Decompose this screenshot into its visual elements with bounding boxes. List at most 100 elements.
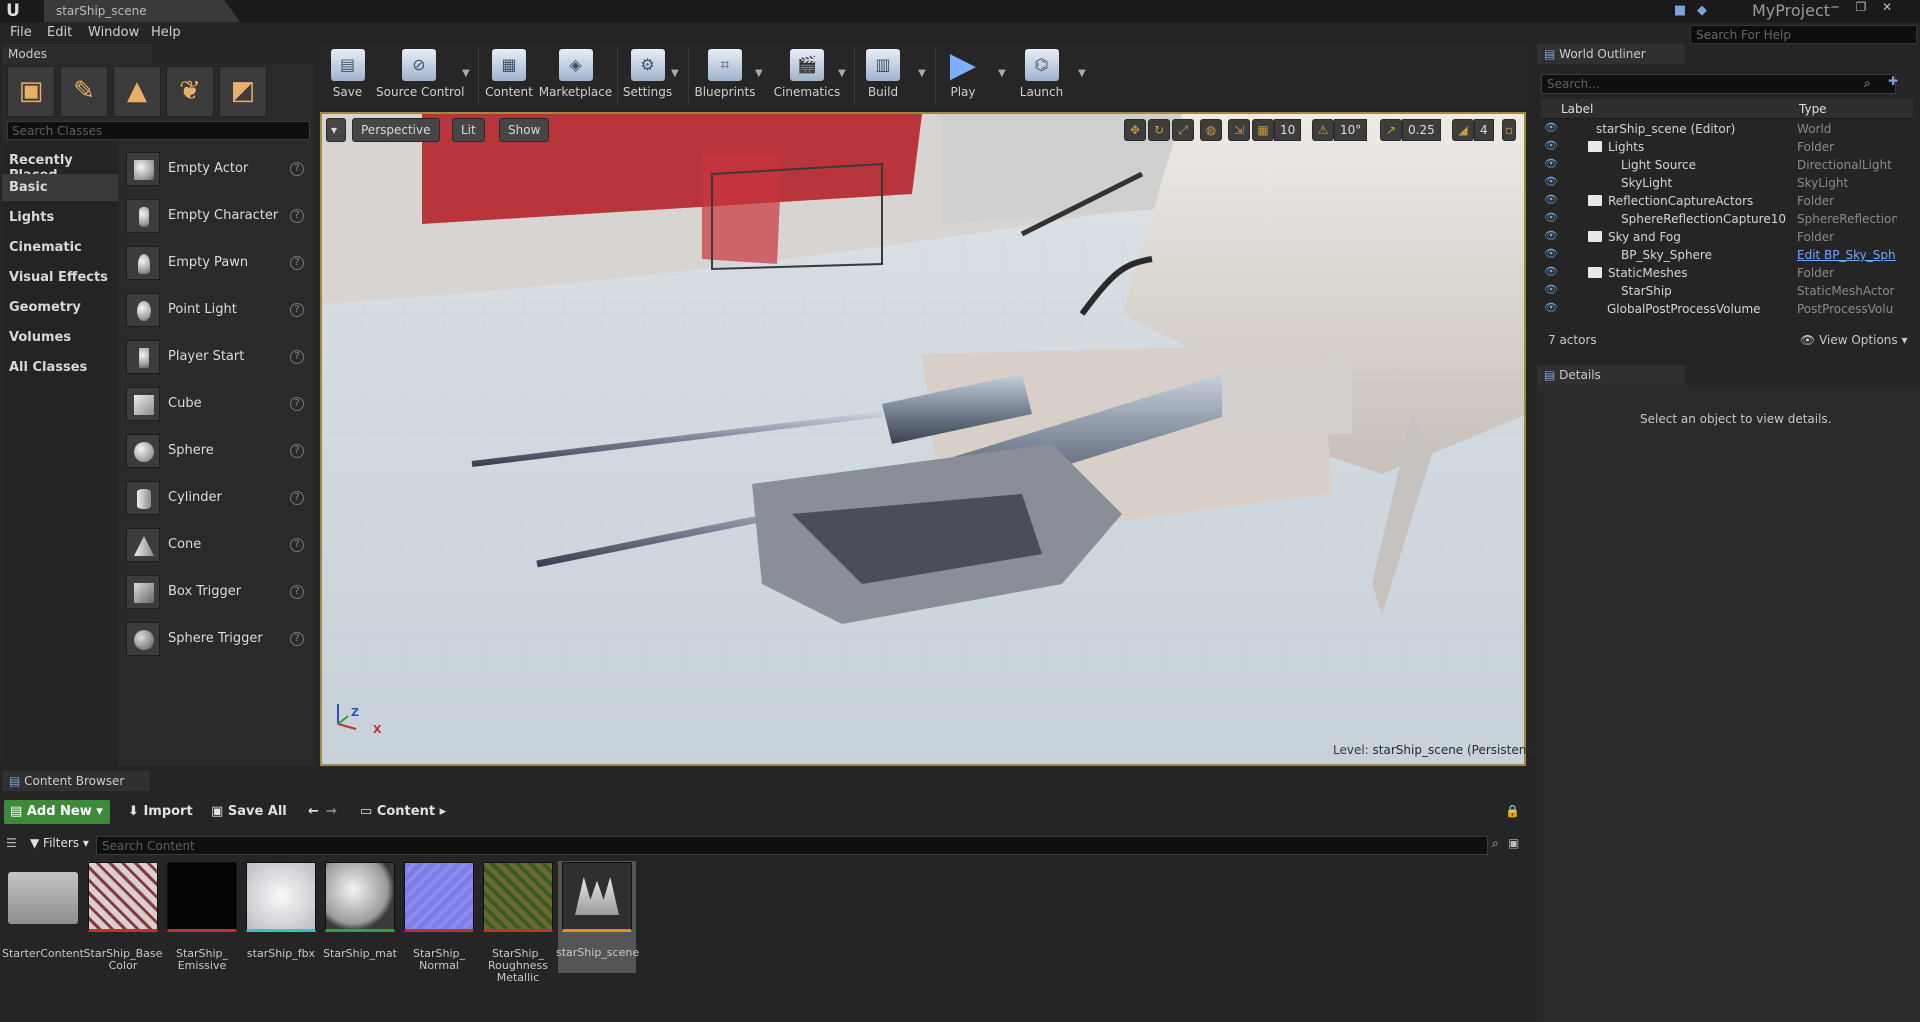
chevron-down-icon[interactable]: ▼ (838, 68, 846, 79)
perspective-button[interactable]: Perspective (352, 118, 440, 142)
help-icon[interactable]: ? (290, 444, 304, 458)
outliner-row[interactable]: 👁 Lights Folder (1541, 138, 1896, 156)
chevron-down-icon[interactable]: ▼ (1078, 68, 1086, 79)
category-lights[interactable]: Lights (2, 204, 118, 231)
visibility-icon[interactable]: 👁 (1544, 193, 1558, 206)
column-label[interactable]: Label (1561, 102, 1593, 116)
camera-speed-value[interactable]: 4 (1474, 119, 1494, 141)
chat-icon[interactable]: ■ (1672, 3, 1688, 19)
source-control-button[interactable]: ⊘ Source Control (376, 45, 464, 107)
lit-button[interactable]: Lit (452, 118, 485, 142)
visibility-icon[interactable]: 👁 (1544, 247, 1558, 260)
help-icon[interactable]: ? (290, 491, 304, 505)
back-icon[interactable]: ← (304, 800, 323, 824)
landscape-mode-icon[interactable]: ▲ (113, 66, 161, 117)
outliner-row[interactable]: 👁 GlobalPostProcessVolume PostProcessVolu (1541, 300, 1896, 318)
menu-help[interactable]: Help (151, 25, 181, 40)
geometry-mode-icon[interactable]: ◩ (219, 66, 267, 117)
asset-tile[interactable]: StarShip_ Roughness Metallic (483, 862, 553, 984)
maximize-icon[interactable]: ❐ (1848, 0, 1874, 16)
save-all-button[interactable]: ▣ Save All (207, 800, 291, 824)
sources-toggle-icon[interactable]: ☰ (6, 836, 17, 850)
scale-snap-icon[interactable]: ↗ (1380, 119, 1402, 141)
rotation-snap-icon[interactable]: ⚠ (1312, 119, 1334, 141)
class-item-sphere-trigger[interactable]: Sphere Trigger? (126, 616, 315, 660)
surface-snap-icon[interactable]: ⇲ (1228, 119, 1250, 141)
menu-file[interactable]: File (10, 25, 32, 40)
outliner-row[interactable]: 👁 starShip_scene (Editor) World (1541, 120, 1896, 138)
world-outliner-tab[interactable]: ▤ World Outliner (1537, 44, 1685, 64)
category-cinematic[interactable]: Cinematic (2, 234, 118, 261)
outliner-search-input[interactable]: Search... (1541, 74, 1896, 94)
menu-window[interactable]: Window (88, 25, 139, 40)
rotation-snap-value[interactable]: 10° (1334, 119, 1368, 141)
forward-icon[interactable]: → (322, 800, 341, 824)
category-visual-effects[interactable]: Visual Effects (2, 264, 118, 291)
visibility-icon[interactable]: 👁 (1544, 283, 1558, 296)
rotate-tool-icon[interactable]: ↻ (1148, 119, 1170, 141)
asset-tile-selected[interactable]: starShip_scene (556, 861, 639, 973)
class-item-empty-character[interactable]: Empty Character? (126, 193, 315, 237)
chevron-down-icon[interactable]: ▼ (755, 68, 763, 79)
maximize-viewport-icon[interactable]: ▫ (1502, 119, 1516, 141)
foliage-mode-icon[interactable]: ❦ (166, 66, 214, 117)
import-button[interactable]: ⬇ Import (124, 800, 197, 824)
category-basic[interactable]: Basic (2, 174, 118, 201)
asset-tile[interactable]: StarShip_Base Color (84, 862, 162, 972)
translate-tool-icon[interactable]: ✥ (1124, 119, 1146, 141)
help-icon[interactable]: ? (290, 632, 304, 646)
show-button[interactable]: Show (499, 118, 550, 142)
outliner-row[interactable]: 👁 BP_Sky_Sphere Edit BP_Sky_Sph (1541, 246, 1896, 264)
column-type[interactable]: Type (1799, 102, 1827, 116)
search-classes-input[interactable]: Search Classes (7, 121, 310, 140)
visibility-icon[interactable]: 👁 (1544, 139, 1558, 152)
help-icon[interactable]: ? (290, 162, 304, 176)
edit-bp-link[interactable]: Edit BP_Sky_Sph (1797, 248, 1897, 262)
outliner-row[interactable]: 👁 StarShip StaticMeshActor (1541, 282, 1896, 300)
build-button[interactable]: ▥ Build (858, 45, 908, 107)
help-icon[interactable]: ? (290, 397, 304, 411)
level-viewport[interactable] (320, 112, 1526, 766)
visibility-icon[interactable]: 👁 (1544, 265, 1558, 278)
outliner-row[interactable]: 👁 Sky and Fog Folder (1541, 228, 1896, 246)
search-content-input[interactable]: Search Content (96, 836, 1488, 855)
class-item-cone[interactable]: Cone? (126, 522, 315, 566)
class-item-cube[interactable]: Cube? (126, 381, 315, 425)
details-tab[interactable]: ▤ Details (1537, 365, 1685, 385)
class-item-point-light[interactable]: Point Light? (126, 287, 315, 331)
grid-snap-icon[interactable]: ▦ (1252, 119, 1274, 141)
class-item-empty-pawn[interactable]: Empty Pawn? (126, 240, 315, 284)
asset-tile[interactable]: StarShip_ Emissive (167, 862, 237, 972)
asset-tile[interactable]: StarterContent (2, 862, 84, 972)
help-icon[interactable]: ? (290, 303, 304, 317)
visibility-icon[interactable]: 👁 (1544, 211, 1558, 224)
class-item-sphere[interactable]: Sphere? (126, 428, 315, 472)
chevron-down-icon[interactable]: ▼ (998, 68, 1006, 79)
content-path-button[interactable]: ▭ Content ▸ (356, 800, 450, 824)
content-browser-tab[interactable]: ▤ Content Browser (2, 771, 150, 791)
add-new-button[interactable]: ▤ Add New ▾ (4, 800, 110, 824)
outliner-row[interactable]: 👁 SphereReflectionCapture10 SphereReflecti… (1541, 210, 1897, 228)
help-icon[interactable]: ? (290, 585, 304, 599)
category-all-classes[interactable]: All Classes (2, 354, 118, 381)
cinematics-button[interactable]: 🎬 Cinematics (772, 45, 842, 107)
class-item-player-start[interactable]: Player Start? (126, 334, 315, 378)
asset-tile[interactable]: StarShip_ Normal (404, 862, 474, 972)
save-button[interactable]: ▤ Save (325, 45, 370, 107)
asset-tile[interactable]: starShip_fbx (246, 862, 316, 972)
view-options-button[interactable]: 👁 View Options ▾ (1800, 333, 1908, 347)
settings-button[interactable]: ⚙ Settings (620, 45, 675, 107)
chevron-down-icon[interactable]: ▼ (462, 68, 470, 79)
play-button[interactable]: ▶ Play (938, 45, 988, 107)
scale-tool-icon[interactable]: ⤢ (1172, 119, 1194, 141)
modes-tab[interactable]: Modes (2, 44, 152, 64)
visibility-icon[interactable]: 👁 (1544, 301, 1558, 314)
place-mode-icon[interactable]: ▣ (7, 66, 55, 117)
class-item-empty-actor[interactable]: Empty Actor? (126, 146, 315, 190)
outliner-row[interactable]: 👁 Light Source DirectionalLight (1541, 156, 1896, 174)
help-icon[interactable]: ? (290, 350, 304, 364)
filters-button[interactable]: ▼ Filters ▾ (30, 836, 89, 850)
world-space-icon[interactable]: ◍ (1200, 119, 1222, 141)
help-icon[interactable]: ? (290, 256, 304, 270)
camera-speed-icon[interactable]: ◢ (1452, 119, 1474, 141)
